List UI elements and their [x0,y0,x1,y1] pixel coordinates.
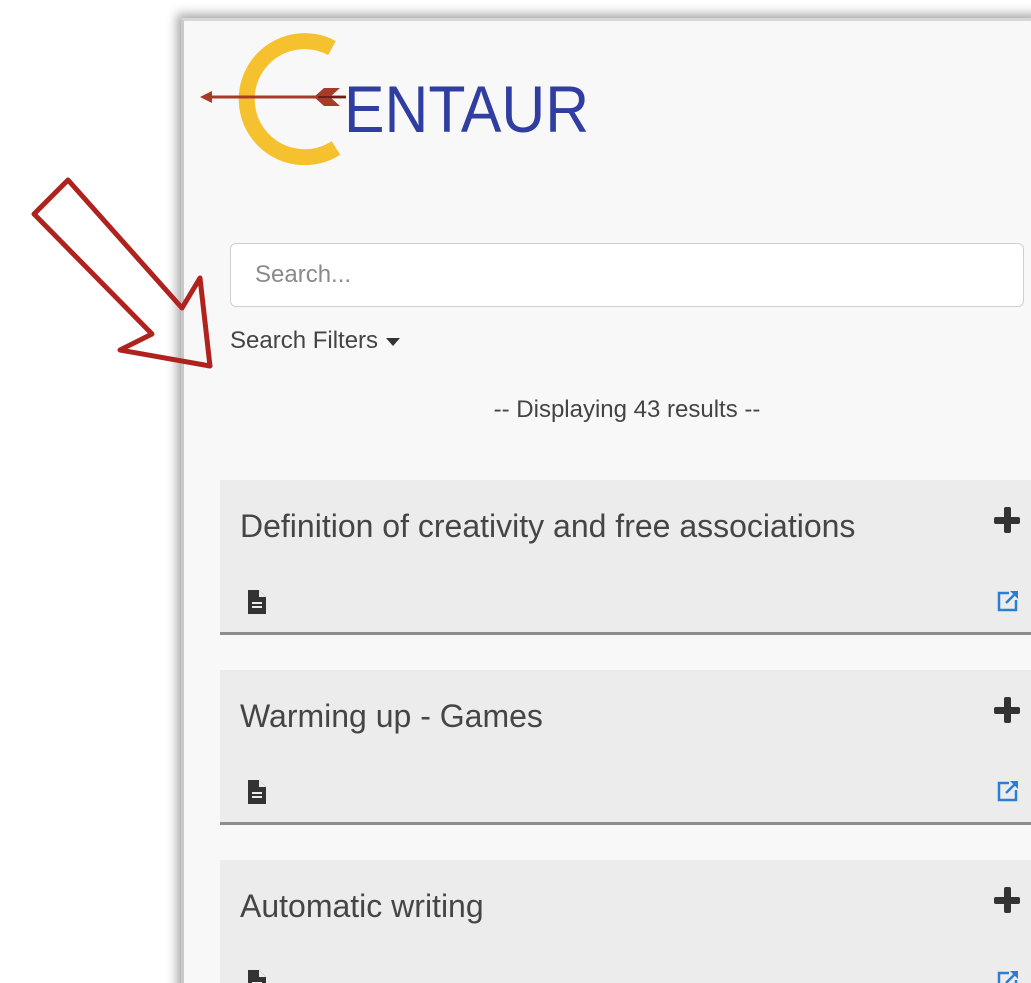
results-count: -- Displaying 43 results -- [493,396,761,423]
screenshot-stage: ENTAUR Search Filters -- Displaying 43 r… [0,0,1031,983]
result-card[interactable]: Warming up - Games [220,670,1031,825]
document-icon [248,970,266,983]
search-filters-toggle[interactable]: Search Filters [230,327,401,355]
external-link-icon[interactable] [996,969,1020,983]
search-input-wrapper [230,243,1024,307]
plus-icon[interactable] [994,697,1020,723]
caret-down-icon [386,338,401,346]
search-filters-label: Search Filters [230,327,379,354]
result-card-title[interactable]: Automatic writing [240,888,484,925]
external-link-icon[interactable] [996,779,1020,803]
document-icon [248,780,266,804]
result-card-title[interactable]: Definition of creativity and free associ… [240,508,855,545]
plus-icon[interactable] [994,507,1020,533]
result-card[interactable]: Definition of creativity and free associ… [220,480,1031,635]
result-card[interactable]: Automatic writing [220,860,1031,983]
logo-wordmark: ENTAUR [344,72,590,146]
result-card-title[interactable]: Warming up - Games [240,698,543,735]
search-input[interactable] [231,244,1023,306]
external-link-icon[interactable] [996,589,1020,613]
plus-icon[interactable] [994,887,1020,913]
document-icon [248,590,266,614]
red-arrow-annotation [31,177,213,369]
